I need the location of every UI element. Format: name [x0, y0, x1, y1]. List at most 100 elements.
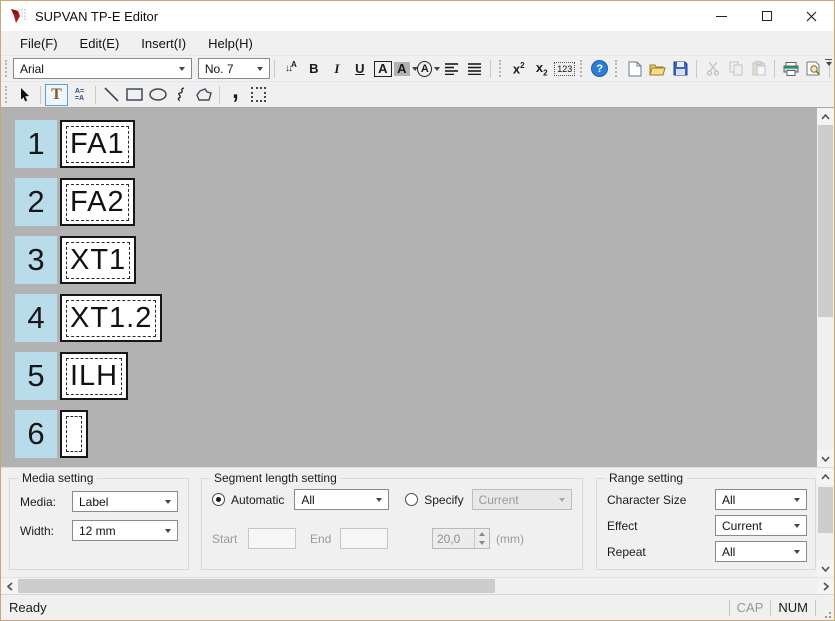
scroll-right-button[interactable]: [817, 578, 834, 595]
ellipse-tool-button[interactable]: [146, 84, 169, 106]
toolbar-separator: [219, 86, 220, 104]
line-icon: [104, 87, 119, 102]
format-toolbar: Arial No. 7 ↓↓ A B I U A A A: [1, 55, 834, 81]
open-button[interactable]: [646, 58, 669, 80]
minimize-button[interactable]: [699, 1, 744, 31]
scroll-left-button[interactable]: [1, 578, 18, 595]
repeat-combo[interactable]: All: [715, 541, 807, 562]
new-button[interactable]: [623, 58, 646, 80]
scroll-down-button[interactable]: [817, 560, 834, 577]
segment-text[interactable]: XT1.2: [66, 300, 156, 337]
scroll-up-button[interactable]: [817, 468, 834, 485]
effect-combo[interactable]: Current: [715, 515, 807, 536]
horizontal-scrollbar[interactable]: [1, 577, 834, 594]
bold-button[interactable]: B: [302, 58, 325, 80]
font-family-combo[interactable]: Arial: [13, 58, 192, 79]
text-tool-button[interactable]: T: [45, 84, 68, 106]
scroll-up-button[interactable]: [817, 108, 834, 125]
justify-button[interactable]: [463, 58, 486, 80]
segment-number[interactable]: 6: [15, 410, 57, 458]
segment-label-box[interactable]: ILH: [60, 352, 128, 400]
segment-text[interactable]: [66, 416, 82, 452]
save-floppy-icon: [673, 61, 688, 76]
vertical-text-button[interactable]: ↓↓ A: [279, 58, 302, 80]
segment-label-box[interactable]: XT1: [60, 236, 136, 284]
media-setting-group: Media setting Media: Label Width: 12 mm: [9, 478, 189, 570]
scroll-track[interactable]: [18, 578, 817, 594]
numbering-button[interactable]: 123: [553, 58, 576, 80]
scroll-track[interactable]: [817, 125, 834, 450]
width-combo[interactable]: 12 mm: [72, 520, 178, 541]
multiline-text-button[interactable]: A= =A: [68, 84, 91, 106]
menu-insert[interactable]: Insert(I): [130, 33, 197, 54]
segment-number[interactable]: 2: [15, 178, 57, 226]
save-button[interactable]: [669, 58, 692, 80]
resize-grip[interactable]: [818, 605, 832, 619]
toolbar-grip[interactable]: [615, 60, 618, 77]
segment-text[interactable]: ILH: [66, 358, 122, 395]
segment-text[interactable]: FA2: [66, 184, 129, 221]
segment-label-box[interactable]: FA1: [60, 120, 135, 168]
chevron-down-icon: [821, 456, 830, 462]
freehand-tool-button[interactable]: [169, 84, 192, 106]
chevron-down-icon: [257, 67, 263, 71]
line-tool-button[interactable]: [100, 84, 123, 106]
toolbar-overflow-button[interactable]: [825, 59, 832, 66]
menu-help[interactable]: Help(H): [197, 33, 264, 54]
segment-number[interactable]: 4: [15, 294, 57, 342]
toolbar-grip[interactable]: [5, 86, 8, 103]
label-canvas[interactable]: 1 FA1 2 FA2 3 XT1 4 XT1.2 5 ILH 6: [1, 108, 817, 467]
automatic-radio[interactable]: [212, 493, 225, 506]
segment-label-box[interactable]: XT1.2: [60, 294, 162, 342]
scroll-track[interactable]: [817, 485, 834, 560]
polygon-tool-button[interactable]: [192, 84, 215, 106]
chevron-up-icon: [821, 114, 830, 120]
framed-text-button[interactable]: A: [371, 58, 394, 80]
chevron-down-icon: [179, 67, 185, 71]
settings-panel: Media setting Media: Label Width: 12 mm …: [1, 467, 834, 577]
automatic-range-combo[interactable]: All: [294, 489, 389, 510]
italic-button[interactable]: I: [325, 58, 348, 80]
help-button[interactable]: ?: [588, 58, 611, 80]
preview-button[interactable]: [802, 58, 825, 80]
media-combo[interactable]: Label: [72, 491, 178, 512]
print-button[interactable]: [779, 58, 802, 80]
shading-button[interactable]: A: [394, 58, 417, 80]
canvas-vertical-scrollbar[interactable]: [817, 108, 834, 467]
status-separator: [815, 600, 816, 616]
subscript-button[interactable]: x2: [530, 58, 553, 80]
marquee-tool-button[interactable]: [247, 84, 270, 106]
toolbar-grip[interactable]: [5, 60, 8, 77]
toolbar-grip[interactable]: [499, 60, 502, 77]
character-size-combo[interactable]: All: [715, 489, 807, 510]
segment-number[interactable]: 1: [15, 120, 57, 168]
menu-edit[interactable]: Edit(E): [69, 33, 131, 54]
scroll-thumb[interactable]: [18, 579, 495, 593]
toolbar-grip[interactable]: [580, 60, 583, 77]
chevron-down-icon: [794, 550, 800, 554]
menu-file[interactable]: File(F): [9, 33, 69, 54]
specify-range-value: Current: [479, 493, 519, 507]
align-left-button[interactable]: [440, 58, 463, 80]
scroll-down-button[interactable]: [817, 450, 834, 467]
comma-tool-button[interactable]: ,: [224, 84, 247, 106]
enclosed-text-button[interactable]: A: [417, 58, 440, 80]
segment-row: 4 XT1.2: [15, 294, 817, 342]
segment-label-box[interactable]: [60, 410, 88, 458]
segment-label-box[interactable]: FA2: [60, 178, 135, 226]
panel-vertical-scrollbar[interactable]: [817, 468, 834, 577]
segment-number[interactable]: 3: [15, 236, 57, 284]
superscript-button[interactable]: x2: [507, 58, 530, 80]
underline-button[interactable]: U: [348, 58, 371, 80]
close-button[interactable]: [789, 1, 834, 31]
font-size-combo[interactable]: No. 7: [198, 58, 271, 79]
rectangle-tool-button[interactable]: [123, 84, 146, 106]
segment-number[interactable]: 5: [15, 352, 57, 400]
select-tool-button[interactable]: [13, 84, 36, 106]
segment-text[interactable]: FA1: [66, 126, 129, 163]
segment-text[interactable]: XT1: [66, 242, 130, 279]
scroll-thumb[interactable]: [818, 487, 833, 533]
maximize-button[interactable]: [744, 1, 789, 31]
specify-radio[interactable]: [405, 493, 418, 506]
scroll-thumb[interactable]: [818, 125, 833, 317]
